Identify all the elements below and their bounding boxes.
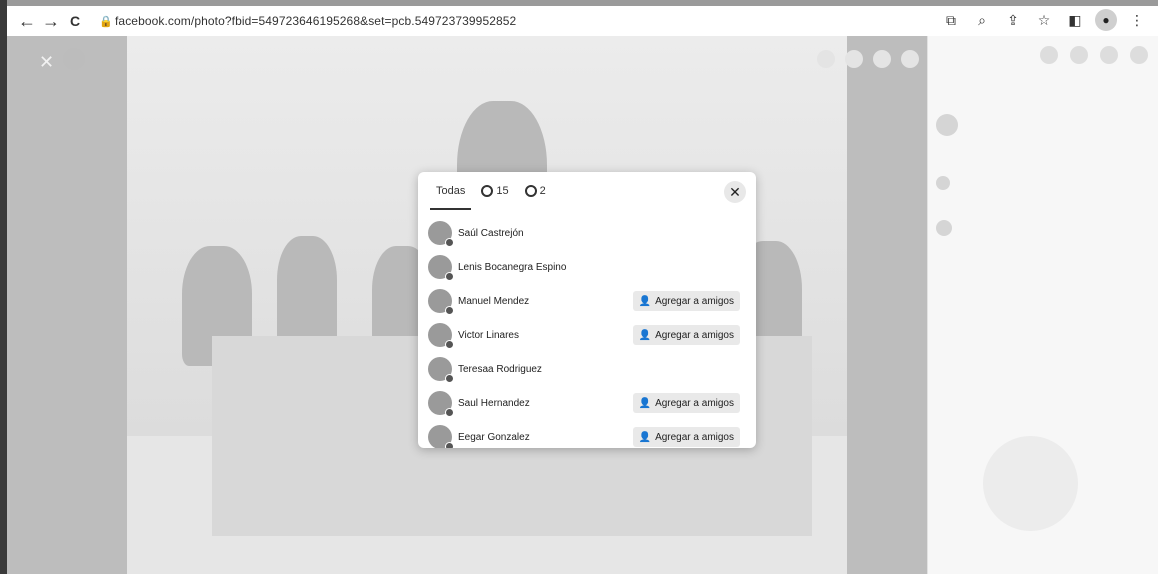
reaction-badge-icon bbox=[445, 340, 454, 349]
back-button[interactable]: ← bbox=[15, 9, 39, 33]
list-item: Manuel Mendez 👤 Agregar a amigos bbox=[428, 284, 746, 318]
browser-frame-left bbox=[0, 0, 7, 574]
add-friend-label: Agregar a amigos bbox=[655, 431, 734, 443]
person-name[interactable]: Teresaa Rodriguez bbox=[458, 364, 542, 375]
love-reaction-icon bbox=[524, 185, 537, 197]
commenter-avatar bbox=[936, 220, 952, 236]
panel-comment-box bbox=[928, 210, 1158, 236]
panel-decor bbox=[983, 436, 1078, 531]
list-item: Saúl Castrejón bbox=[428, 216, 746, 250]
add-friend-icon: 👤 bbox=[638, 295, 652, 307]
add-friend-icon: 👤 bbox=[638, 431, 652, 443]
add-friend-button[interactable]: 👤 Agregar a amigos bbox=[632, 393, 740, 413]
viewer-left-backdrop bbox=[7, 36, 127, 574]
avatar[interactable] bbox=[428, 391, 454, 417]
reaction-badge-icon bbox=[445, 442, 454, 448]
add-friend-label: Agregar a amigos bbox=[655, 329, 734, 341]
photo-attendee bbox=[277, 236, 337, 346]
tab-love-count: 2 bbox=[539, 185, 546, 197]
viewer-controls bbox=[817, 50, 919, 68]
menu-grid-icon[interactable] bbox=[1040, 46, 1058, 64]
avatar[interactable] bbox=[428, 255, 454, 281]
add-friend-button[interactable]: 👤 Agregar a amigos bbox=[632, 325, 740, 345]
account-avatar[interactable] bbox=[1130, 46, 1148, 64]
person-name[interactable]: Saul Hernandez bbox=[458, 398, 530, 409]
person-name[interactable]: Victor Linares bbox=[458, 330, 519, 341]
panel-post-author bbox=[928, 104, 1158, 136]
list-item: Lenis Bocanegra Espino bbox=[428, 250, 746, 284]
reactors-list: Saúl Castrejón Lenis Bocanegra Espino Ma… bbox=[418, 210, 756, 448]
tab-love[interactable]: 2 bbox=[517, 172, 554, 210]
zoom-out-icon[interactable] bbox=[845, 50, 863, 68]
install-app-icon[interactable]: ⧉ bbox=[940, 9, 962, 31]
fullscreen-icon[interactable] bbox=[901, 50, 919, 68]
add-friend-button[interactable]: 👤 Agregar a amigos bbox=[632, 427, 740, 447]
tab-all-label: Todas bbox=[436, 185, 466, 197]
panel-reactions bbox=[928, 166, 1158, 190]
tag-icon[interactable] bbox=[873, 50, 891, 68]
tab-like-count: 15 bbox=[496, 185, 509, 197]
add-friend-icon: 👤 bbox=[638, 397, 652, 409]
author-avatar bbox=[936, 114, 958, 136]
reaction-badge-icon bbox=[445, 306, 454, 315]
profile-avatar-icon[interactable]: ● bbox=[1095, 9, 1117, 31]
add-friend-icon: 👤 bbox=[638, 329, 652, 341]
facebook-logo-icon[interactable] bbox=[63, 48, 85, 70]
notifications-icon[interactable] bbox=[1100, 46, 1118, 64]
person-name[interactable]: Lenis Bocanegra Espino bbox=[458, 262, 566, 273]
add-friend-label: Agregar a amigos bbox=[655, 295, 734, 307]
person-name[interactable]: Manuel Mendez bbox=[458, 296, 529, 307]
add-friend-label: Agregar a amigos bbox=[655, 397, 734, 409]
reactions-tabs: Todas 15 2 ✕ bbox=[418, 172, 756, 210]
reload-button[interactable]: C bbox=[63, 9, 87, 33]
reaction-badge-icon bbox=[445, 374, 454, 383]
tab-like[interactable]: 15 bbox=[473, 172, 516, 210]
reaction-summary-icon[interactable] bbox=[936, 176, 950, 190]
avatar[interactable] bbox=[428, 357, 454, 383]
address-bar[interactable]: 🔒 facebook.com/photo?fbid=54972364619526… bbox=[99, 14, 516, 28]
lock-icon: 🔒 bbox=[99, 15, 113, 28]
zoom-in-icon[interactable] bbox=[817, 50, 835, 68]
post-side-panel bbox=[927, 36, 1158, 574]
reaction-badge-icon bbox=[445, 408, 454, 417]
side-panel-icon[interactable]: ◧ bbox=[1064, 9, 1086, 31]
forward-button[interactable]: → bbox=[39, 9, 63, 33]
reaction-badge-icon bbox=[445, 238, 454, 247]
toolbar-actions: ⧉ ⌕ ⇪ ☆ ◧ ● ⋮ bbox=[940, 9, 1148, 31]
person-name[interactable]: Eegar Gonzalez bbox=[458, 432, 530, 443]
panel-header-icons bbox=[928, 36, 1158, 64]
list-item: Saul Hernandez 👤 Agregar a amigos bbox=[428, 386, 746, 420]
avatar[interactable] bbox=[428, 425, 454, 448]
list-item: Eegar Gonzalez 👤 Agregar a amigos bbox=[428, 420, 746, 448]
tab-all[interactable]: Todas bbox=[428, 172, 473, 210]
list-item: Victor Linares 👤 Agregar a amigos bbox=[428, 318, 746, 352]
url-text: facebook.com/photo?fbid=549723646195268&… bbox=[115, 14, 517, 28]
avatar[interactable] bbox=[428, 221, 454, 247]
messenger-icon[interactable] bbox=[1070, 46, 1088, 64]
reactions-dialog: Todas 15 2 ✕ Saúl Castrejón Lenis Bocane… bbox=[418, 172, 756, 448]
avatar[interactable] bbox=[428, 323, 454, 349]
list-item: Teresaa Rodriguez bbox=[428, 352, 746, 386]
browser-toolbar: ← → C 🔒 facebook.com/photo?fbid=54972364… bbox=[7, 6, 1158, 36]
browser-menu-icon[interactable]: ⋮ bbox=[1126, 9, 1148, 31]
add-friend-button[interactable]: 👤 Agregar a amigos bbox=[632, 291, 740, 311]
like-reaction-icon bbox=[481, 185, 494, 197]
close-viewer-icon[interactable]: ✕ bbox=[39, 52, 54, 73]
bookmark-star-icon[interactable]: ☆ bbox=[1033, 9, 1055, 31]
close-dialog-button[interactable]: ✕ bbox=[724, 181, 746, 203]
reaction-badge-icon bbox=[445, 272, 454, 281]
zoom-icon[interactable]: ⌕ bbox=[971, 9, 993, 31]
avatar[interactable] bbox=[428, 289, 454, 315]
person-name[interactable]: Saúl Castrejón bbox=[458, 228, 524, 239]
share-icon[interactable]: ⇪ bbox=[1002, 9, 1024, 31]
